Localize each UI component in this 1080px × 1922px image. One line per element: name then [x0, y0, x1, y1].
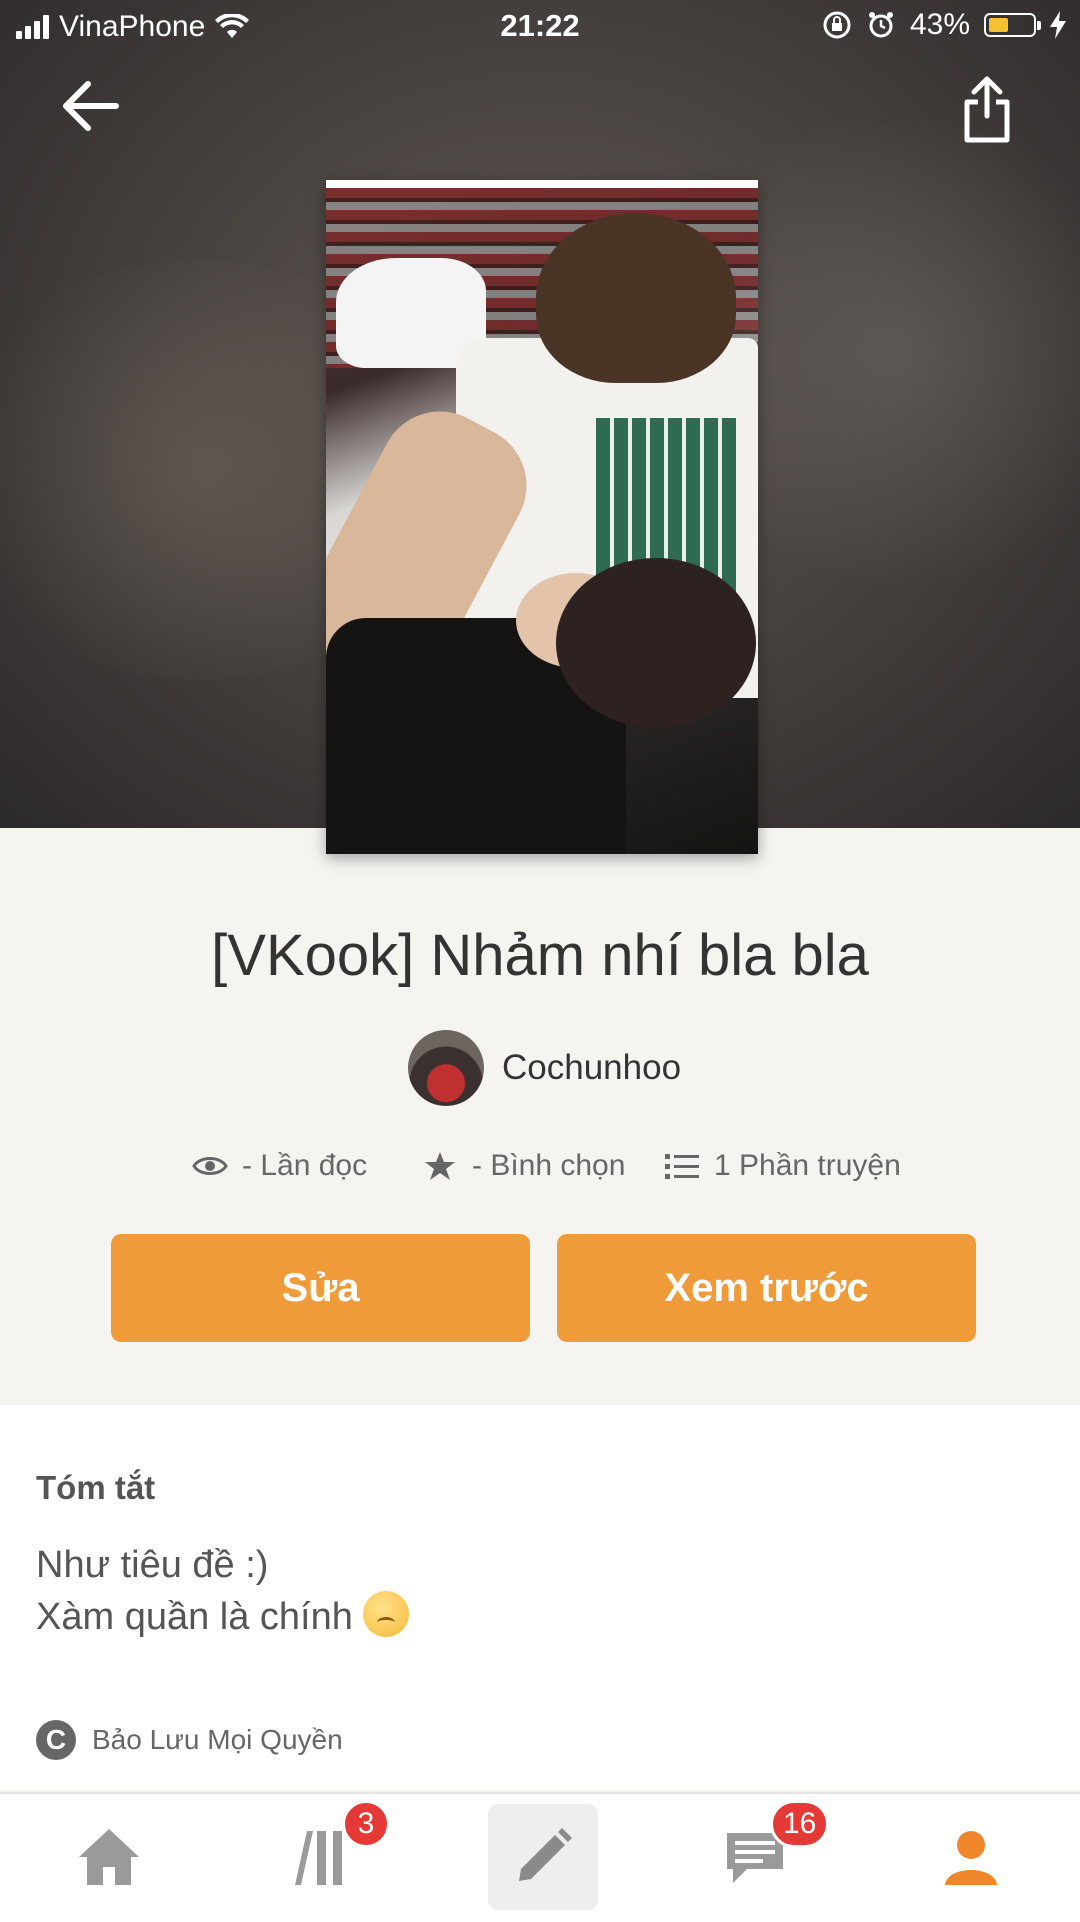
preview-button[interactable]: Xem trước: [557, 1234, 976, 1342]
nav-profile[interactable]: [916, 1804, 1026, 1910]
star-icon: [422, 1148, 458, 1184]
battery-icon: [984, 13, 1041, 37]
bottom-nav: 3 16: [0, 1792, 1080, 1922]
copyright-text: Bảo Lưu Mọi Quyền: [92, 1724, 343, 1755]
back-button[interactable]: [60, 78, 130, 138]
nav-messages[interactable]: 16: [700, 1800, 830, 1910]
edit-button[interactable]: Sửa: [111, 1234, 530, 1342]
reads-stat: - Lần đọc: [192, 1148, 367, 1184]
parts-stat: 1 Phần truyện: [664, 1148, 901, 1184]
author-name[interactable]: Cochunhoo: [502, 1048, 681, 1088]
share-icon: [964, 76, 1010, 143]
profile-icon: [945, 1831, 997, 1885]
alarm-icon: [868, 12, 893, 38]
sneezing-face-emoji-icon: [363, 1591, 410, 1637]
arrow-left-icon: [63, 81, 119, 131]
pencil-icon: [519, 1828, 572, 1881]
rotation-lock-icon: [823, 11, 851, 39]
reads-count: - Lần đọc: [242, 1149, 368, 1182]
story-title: [VKook] Nhảm nhí bla bla: [211, 923, 869, 988]
battery-percent: 43%: [909, 8, 970, 41]
summary-line: Như tiêu đề :): [36, 1544, 269, 1586]
nav-write[interactable]: [488, 1804, 598, 1910]
parts-count: 1 Phần truyện: [714, 1149, 901, 1182]
summary-line: Xàm quần là chính: [36, 1596, 353, 1638]
messages-badge: 16: [770, 1800, 830, 1848]
author-link[interactable]: Cochunhoo: [408, 1030, 681, 1106]
copyright-row: C Bảo Lưu Mọi Quyền: [36, 1720, 343, 1760]
copyright-icon: C: [36, 1720, 76, 1760]
home-icon: [79, 1829, 139, 1885]
summary-line-with-emoji: Xàm quần là chính: [36, 1591, 410, 1643]
summary-text: Như tiêu đề :) Xàm quần là chính: [36, 1539, 410, 1643]
story-stats: - Lần đọc - Bình chọn 1 Phần truyện: [0, 1148, 1080, 1194]
nav-home[interactable]: [54, 1804, 164, 1910]
share-button[interactable]: [962, 76, 1032, 146]
summary-heading: Tóm tắt: [36, 1469, 156, 1506]
status-bar: VinaPhone 21:22 43%: [0, 0, 1080, 54]
charging-icon: [1050, 11, 1066, 39]
status-right: 43%: [822, 8, 1066, 42]
avatar[interactable]: [408, 1030, 484, 1106]
library-badge: 3: [342, 1800, 390, 1848]
eye-icon: [192, 1148, 228, 1184]
story-cover[interactable]: [326, 180, 758, 854]
votes-count: - Bình chọn: [472, 1149, 626, 1182]
cover-image: [326, 188, 758, 854]
votes-stat: - Bình chọn: [422, 1148, 625, 1184]
list-icon: [664, 1148, 700, 1184]
nav-library[interactable]: 3: [270, 1800, 390, 1910]
summary-card: Tóm tắt Như tiêu đề :) Xàm quần là chính…: [0, 1405, 1080, 1790]
